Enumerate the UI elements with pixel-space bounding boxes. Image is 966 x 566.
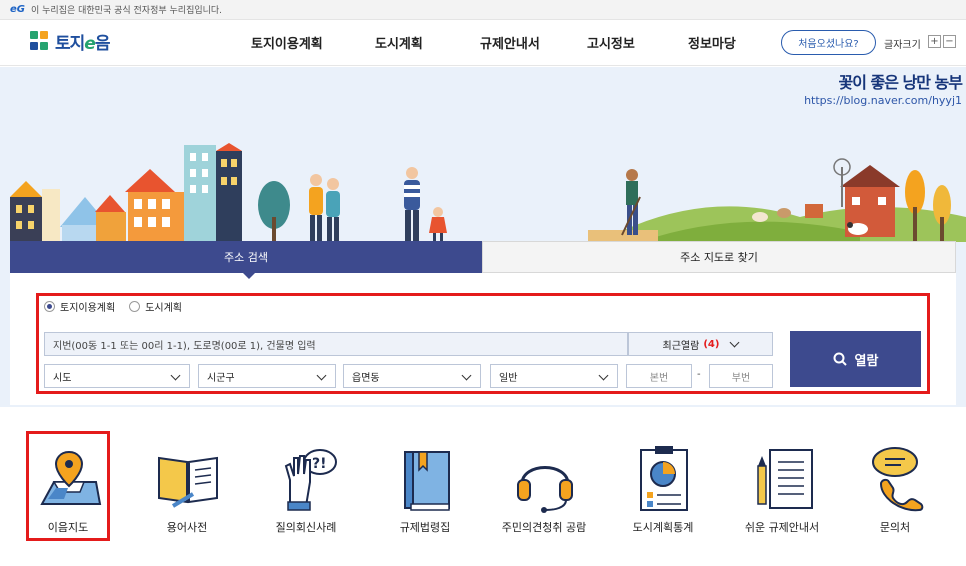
view-button[interactable]: 열람 [790, 331, 921, 387]
town-buildings-icon [10, 143, 242, 241]
search-icon [833, 352, 847, 366]
tab-address-search[interactable]: 주소 검색 [10, 241, 482, 273]
chevron-down-icon [316, 370, 327, 381]
chevron-down-icon [170, 370, 181, 381]
first-visit-button[interactable]: 처음오셨나요? [781, 30, 876, 55]
quick-item-easy-guide[interactable]: 쉬운 규제안내서 [732, 408, 832, 566]
farm-landscape-icon [588, 158, 966, 242]
quick-menu: 이음지도 용어사전 ?! 질의회신사례 규제법령집 주민의견청취 공람 도시계획… [0, 408, 966, 566]
select-sigungu[interactable]: 시군구 [198, 364, 336, 388]
font-increase-button[interactable]: + [928, 35, 941, 48]
gov-banner: eG 이 누리집은 대한민국 공식 전자정부 누리집입니다. [0, 0, 966, 20]
select-eupmyeondong-value: 읍면동 [352, 372, 380, 384]
open-book-icon [158, 456, 218, 508]
law-book-icon [404, 451, 450, 511]
chevron-down-icon [730, 337, 740, 347]
watermark-url: https://blog.naver.com/hyyj1 [804, 94, 962, 107]
chat-phone-icon [872, 447, 924, 512]
recent-views-dropdown[interactable]: 최근열람 (4) [628, 332, 773, 356]
plan-type-radio-group: 토지이용계획 도시계획 [44, 299, 182, 314]
number-separator: - [697, 369, 701, 380]
statistics-chart-icon [640, 446, 688, 511]
font-size-label: 글자크기 [884, 40, 921, 51]
quick-item-label: 문의처 [879, 521, 911, 534]
quick-item-label: 질의회신사례 [275, 521, 337, 534]
tree-icon [258, 181, 290, 241]
family-people-icon [309, 167, 447, 241]
font-decrease-button[interactable]: − [943, 35, 956, 48]
radio-land-use-plan-label: 토지이용계획 [60, 303, 116, 314]
radio-land-use-plan[interactable]: 토지이용계획 [44, 299, 115, 314]
logo-text: 토지e음 [55, 34, 110, 54]
quick-item-regulation-laws[interactable]: 규제법령집 [375, 408, 475, 566]
quick-item-contact[interactable]: 문의처 [845, 408, 945, 566]
chevron-down-icon [598, 370, 609, 381]
recent-views-label: 최근열람 [662, 340, 700, 352]
select-sido[interactable]: 시도 [44, 364, 190, 388]
svg-text:?!: ?! [312, 456, 327, 472]
gov-banner-text: 이 누리집은 대한민국 공식 전자정부 누리집입니다. [31, 6, 223, 16]
site-logo[interactable]: 토지e음 [30, 29, 110, 54]
radio-urban-plan[interactable]: 도시계획 [129, 299, 182, 314]
quick-item-label: 도시계획통계 [632, 521, 694, 534]
quick-item-urban-stats[interactable]: 도시계획통계 [613, 408, 713, 566]
select-land-type-value: 일반 [499, 372, 518, 384]
recent-views-count: (4) [703, 338, 720, 350]
quick-item-label: 쉬운 규제안내서 [744, 521, 820, 534]
address-search-input[interactable]: 지번(00동 1-1 또는 00리 1-1), 도로명(00로 1), 건물명 … [44, 332, 628, 356]
bubeon-input[interactable]: 부번 [709, 364, 773, 388]
raised-hand-question-icon: ?! [284, 449, 337, 511]
quick-item-qna-cases[interactable]: ?! 질의회신사례 [256, 408, 356, 566]
nav-urban-plan[interactable]: 도시계획 [375, 33, 423, 52]
nav-info-hub[interactable]: 정보마당 [688, 33, 736, 52]
select-sigungu-value: 시군구 [207, 372, 235, 384]
site-header: 토지e음 토지이용계획 도시계획 규제안내서 고시정보 정보마당 처음오셨나요?… [0, 20, 966, 66]
headset-icon [517, 466, 573, 513]
nav-notice-info[interactable]: 고시정보 [587, 33, 635, 52]
active-tab-indicator [243, 273, 255, 279]
quick-item-label: 주민의견청취 공람 [501, 521, 587, 534]
logo-mark-icon [30, 30, 50, 53]
guide-document-icon [757, 449, 813, 509]
quick-item-glossary[interactable]: 용어사전 [137, 408, 237, 566]
quick-item-label: 용어사전 [166, 521, 208, 534]
nav-regulation-guide[interactable]: 규제안내서 [480, 33, 540, 52]
nav-land-use-plan[interactable]: 토지이용계획 [251, 33, 323, 52]
watermark-title: 꽃이 좋은 낭만 농부 [838, 73, 963, 92]
radio-unchecked-icon [129, 301, 141, 312]
radio-checked-icon [44, 301, 55, 312]
select-land-type[interactable]: 일반 [490, 364, 618, 388]
tab-map-search[interactable]: 주소 지도로 찾기 [482, 241, 956, 273]
bonbeon-input[interactable]: 본번 [626, 364, 692, 388]
quick-item-label: 규제법령집 [399, 521, 451, 534]
select-sido-value: 시도 [53, 372, 72, 384]
view-button-label: 열람 [854, 353, 879, 369]
chevron-down-icon [461, 370, 472, 381]
radio-urban-plan-label: 도시계획 [145, 303, 183, 314]
quick-item-highlight-box [26, 431, 110, 541]
blog-watermark: 꽃이 좋은 낭만 농부 https://blog.naver.com/hyyj1 [804, 69, 963, 107]
select-eupmyeondong[interactable]: 읍면동 [343, 364, 481, 388]
quick-item-public-hearing[interactable]: 주민의견청취 공람 [494, 408, 594, 566]
egov-logo: eG [10, 4, 25, 15]
